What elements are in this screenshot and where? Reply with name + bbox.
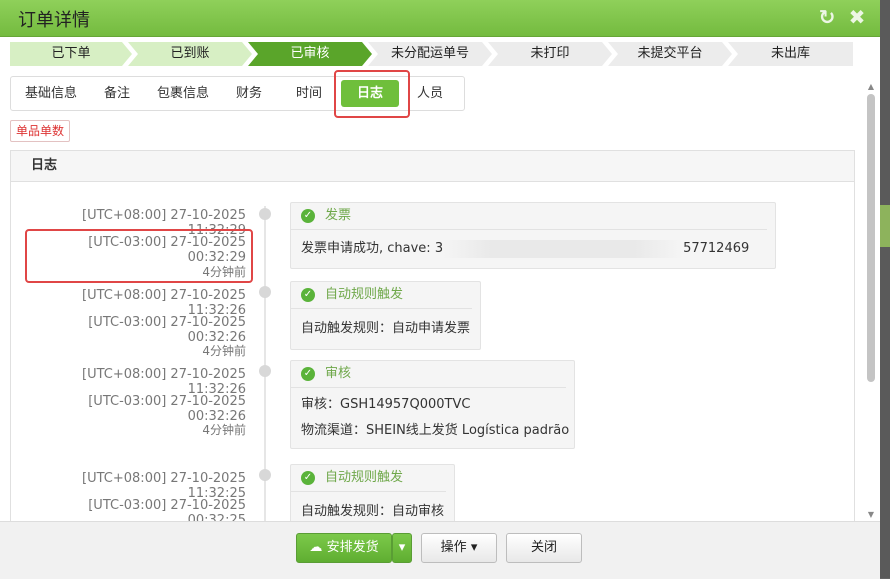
log-panel: 日志 [UTC+08:00] 27-10-2025 11:32:29 [UTC-… bbox=[10, 150, 855, 522]
log-card: ✓ 自动规则触发 自动触发规则：自动申请发票 bbox=[290, 281, 481, 350]
redacted-text bbox=[443, 239, 684, 258]
tab-finance[interactable]: 财务 bbox=[236, 77, 262, 110]
log-time-ago: 4分钟前 bbox=[202, 344, 246, 358]
log-line: 物流渠道：SHEIN线上发货 Logística padrão bbox=[301, 423, 570, 438]
log-line: 自动触发规则：自动审核 bbox=[301, 504, 445, 519]
log-time-utc3: [UTC-03:00] 27-10-2025 00:32:26 bbox=[88, 315, 246, 345]
log-time-utc3: [UTC-03:00] 27-10-2025 00:32:25 bbox=[88, 498, 246, 522]
log-time-ago: 4分钟前 bbox=[202, 423, 246, 437]
order-status-steps: 已下单 已到账 已审核 未分配运单号 未打印 未提交平台 未出库 bbox=[10, 42, 853, 66]
log-panel-title: 日志 bbox=[11, 151, 854, 182]
check-circle-icon: ✓ bbox=[301, 471, 315, 485]
log-title: 发票 bbox=[325, 208, 352, 223]
dialog-footer: ☁ 安排发货 ▾ 操作 ▾ 关闭 bbox=[0, 521, 880, 579]
timeline-dot bbox=[259, 469, 271, 481]
operations-label: 操作 bbox=[440, 540, 467, 555]
tab-notes[interactable]: 备注 bbox=[104, 77, 130, 110]
step-not-printed: 未打印 bbox=[488, 42, 612, 66]
tab-package-info[interactable]: 包裹信息 bbox=[157, 77, 209, 110]
caret-down-icon: ▾ bbox=[398, 540, 406, 555]
log-title: 审核 bbox=[325, 366, 352, 381]
timeline-dot bbox=[259, 286, 271, 298]
timeline-dot bbox=[259, 365, 271, 377]
log-title: 自动规则触发 bbox=[325, 287, 404, 302]
caret-down-icon: ▾ bbox=[470, 540, 478, 555]
vertical-scrollbar[interactable]: ▲ ▼ bbox=[866, 82, 876, 522]
log-line: 57712469 bbox=[683, 241, 750, 256]
check-circle-icon: ✓ bbox=[301, 367, 315, 381]
title-bar: 订单详情 ↻ ✖ bbox=[0, 0, 880, 37]
step-paid: 已到账 bbox=[128, 42, 252, 66]
step-not-submitted: 未提交平台 bbox=[608, 42, 732, 66]
arrange-shipping-button[interactable]: ☁ 安排发货 bbox=[296, 533, 392, 563]
log-title: 自动规则触发 bbox=[325, 470, 404, 485]
tab-time[interactable]: 时间 bbox=[296, 77, 322, 110]
log-line: 自动触发规则：自动申请发票 bbox=[301, 321, 471, 336]
single-item-badge: 单品单数 bbox=[10, 120, 71, 142]
close-icon[interactable]: ✖ bbox=[846, 6, 868, 28]
time-highlight bbox=[25, 229, 253, 283]
log-line: 发票申请成功, chave: 3 bbox=[301, 241, 444, 256]
arrange-shipping-label: 安排发货 bbox=[326, 540, 379, 555]
log-card: ✓ 发票 发票申请成功, chave: 3 57712469 bbox=[290, 202, 776, 269]
dialog-title: 订单详情 bbox=[18, 10, 90, 31]
scroll-down-icon[interactable]: ▼ bbox=[866, 510, 876, 520]
log-time-local: [UTC+08:00] 27-10-2025 11:32:26 bbox=[82, 367, 246, 397]
log-card: ✓ 自动规则触发 自动触发规则：自动审核 bbox=[290, 464, 455, 521]
cloud-upload-icon: ☁ bbox=[309, 540, 323, 555]
arrange-shipping-dropdown[interactable]: ▾ bbox=[392, 533, 412, 563]
log-line: 审核：GSH14957Q000TVC bbox=[301, 397, 471, 412]
order-detail-dialog: 订单详情 ↻ ✖ 已下单 已到账 已审核 未分配运单号 未打印 未提交平台 未出… bbox=[0, 0, 880, 579]
refresh-icon[interactable]: ↻ bbox=[816, 6, 838, 28]
step-not-shipped: 未出库 bbox=[728, 42, 853, 66]
tab-staff[interactable]: 人员 bbox=[417, 77, 443, 110]
operations-button[interactable]: 操作 ▾ bbox=[421, 533, 497, 563]
log-card: ✓ 审核 审核：GSH14957Q000TVC 物流渠道：SHEIN线上发货 Lo… bbox=[290, 360, 575, 449]
check-circle-icon: ✓ bbox=[301, 209, 315, 223]
scrollbar-thumb[interactable] bbox=[867, 94, 875, 382]
background-strip bbox=[880, 205, 890, 247]
log-time-utc3: [UTC-03:00] 27-10-2025 00:32:26 bbox=[88, 394, 246, 424]
step-no-tracking: 未分配运单号 bbox=[368, 42, 492, 66]
step-reviewed: 已审核 bbox=[248, 42, 372, 66]
step-ordered: 已下单 bbox=[10, 42, 132, 66]
log-time-local: [UTC+08:00] 27-10-2025 11:32:26 bbox=[82, 288, 246, 318]
background-edge bbox=[880, 0, 890, 578]
tab-basic-info[interactable]: 基础信息 bbox=[25, 77, 77, 110]
timeline-dot bbox=[259, 208, 271, 220]
scroll-up-icon[interactable]: ▲ bbox=[866, 82, 876, 92]
check-circle-icon: ✓ bbox=[301, 288, 315, 302]
log-time-local: [UTC+08:00] 27-10-2025 11:32:25 bbox=[82, 471, 246, 501]
tab-log-highlight bbox=[334, 70, 410, 118]
close-button[interactable]: 关闭 bbox=[506, 533, 582, 563]
